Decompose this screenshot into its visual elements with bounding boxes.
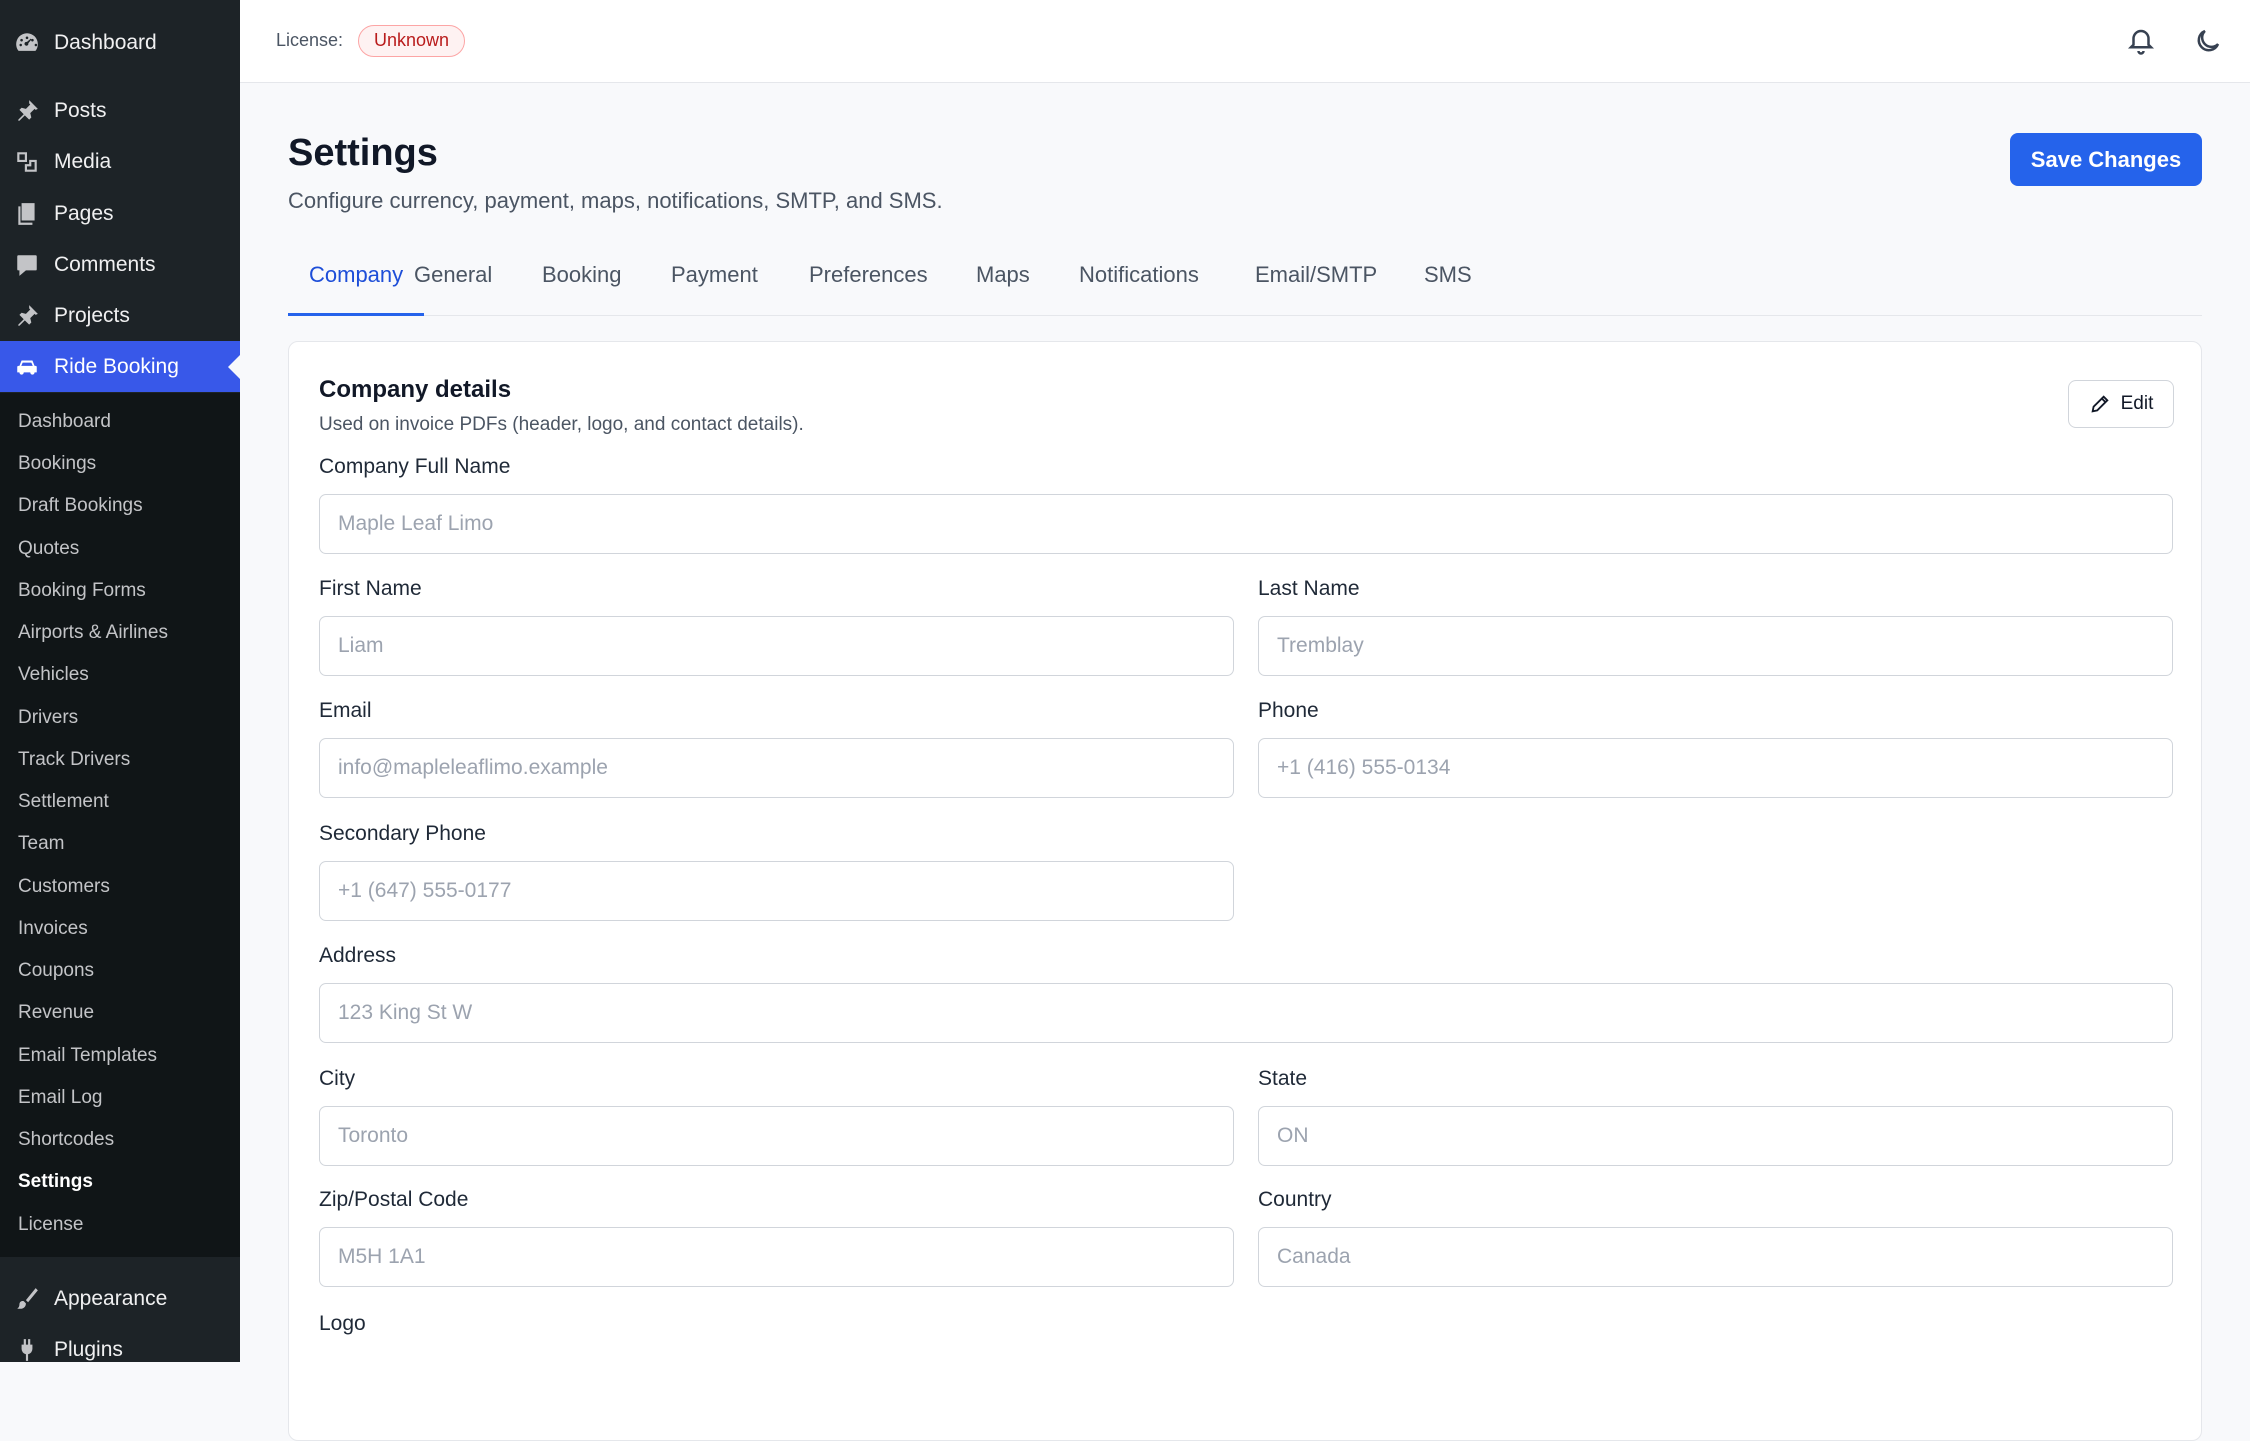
submenu-item-team[interactable]: Team xyxy=(18,829,64,859)
sidebar-item-plugins[interactable]: Plugins xyxy=(0,1324,240,1375)
sidebar-item-posts[interactable]: Posts xyxy=(0,85,240,136)
sidebar-item-media[interactable]: Media xyxy=(0,136,240,187)
license-label: License: xyxy=(276,30,344,50)
sidebar-item-appearance[interactable]: Appearance xyxy=(0,1273,240,1324)
submenu-item-vehicles[interactable]: Vehicles xyxy=(18,660,89,690)
sidebar-item-ride-booking[interactable]: Ride Booking xyxy=(0,341,240,392)
submenu-item-shortcodes[interactable]: Shortcodes xyxy=(18,1125,114,1155)
phone-input[interactable] xyxy=(1258,738,2173,798)
submenu-item-drivers[interactable]: Drivers xyxy=(18,703,78,733)
comment-icon xyxy=(14,252,40,278)
tab-email-smtp[interactable]: Email/SMTP xyxy=(1234,252,1398,316)
tab-maps[interactable]: Maps xyxy=(955,252,1051,316)
company-full-name-input[interactable] xyxy=(319,494,2173,554)
last-name-label: Last Name xyxy=(1258,577,1360,600)
submenu-item-settlement[interactable]: Settlement xyxy=(18,787,109,817)
sidebar-item-pages[interactable]: Pages xyxy=(0,188,240,239)
brush-icon xyxy=(14,1286,40,1312)
moon-icon[interactable] xyxy=(2191,24,2225,58)
submenu-item-quotes[interactable]: Quotes xyxy=(18,534,79,564)
pin-icon xyxy=(14,98,40,124)
submenu-item-draft-bookings[interactable]: Draft Bookings xyxy=(18,491,143,521)
card-title: Company details xyxy=(319,376,512,403)
sidebar-item-label: Plugins xyxy=(54,1337,123,1361)
active-arrow xyxy=(228,354,240,379)
submenu-item-revenue[interactable]: Revenue xyxy=(18,998,94,1028)
bell-icon[interactable] xyxy=(2124,24,2158,58)
sidebar-item-label: Media xyxy=(54,149,112,173)
submenu-item-license[interactable]: License xyxy=(18,1210,84,1240)
city-label: City xyxy=(319,1067,356,1090)
submenu-item-settings[interactable]: Settings xyxy=(18,1167,93,1197)
phone-label: Phone xyxy=(1258,699,1319,722)
submenu-item-airports-airlines[interactable]: Airports & Airlines xyxy=(18,618,168,648)
zip-label: Zip/Postal Code xyxy=(319,1188,469,1211)
sidebar-item-label: Posts xyxy=(54,98,107,122)
page-title: Settings xyxy=(288,132,438,174)
dashboard-icon xyxy=(14,30,40,56)
sidebar-item-dashboard[interactable]: Dashboard xyxy=(0,17,240,68)
submenu-item-track-drivers[interactable]: Track Drivers xyxy=(18,745,130,775)
main-content: Settings Configure currency, payment, ma… xyxy=(240,84,2250,1441)
car-icon xyxy=(14,354,40,380)
tab-general[interactable]: General xyxy=(393,252,513,316)
page-subtitle: Configure currency, payment, maps, notif… xyxy=(288,188,943,213)
submenu-item-customers[interactable]: Customers xyxy=(18,872,110,902)
submenu-item-email-templates[interactable]: Email Templates xyxy=(18,1041,157,1071)
address-input[interactable] xyxy=(319,983,2173,1043)
pin-icon xyxy=(14,303,40,329)
country-input[interactable] xyxy=(1258,1227,2173,1287)
submenu-item-bookings[interactable]: Bookings xyxy=(18,449,96,479)
tab-sms[interactable]: SMS xyxy=(1403,252,1493,316)
secondary-phone-label: Secondary Phone xyxy=(319,822,486,845)
pencil-icon xyxy=(2091,395,2109,413)
sidebar-item-comments[interactable]: Comments xyxy=(0,239,240,290)
submenu-item-invoices[interactable]: Invoices xyxy=(18,914,88,944)
save-changes-button[interactable]: Save Changes xyxy=(2010,133,2202,186)
settings-tabs: Company General Booking Payment Preferen… xyxy=(288,252,2202,316)
sidebar-item-label: Appearance xyxy=(54,1286,168,1310)
company-full-name-label: Company Full Name xyxy=(319,455,511,478)
sidebar-item-projects[interactable]: Projects xyxy=(0,290,240,341)
address-label: Address xyxy=(319,944,397,967)
email-input[interactable] xyxy=(319,738,1234,798)
last-name-input[interactable] xyxy=(1258,616,2173,676)
submenu-item-email-log[interactable]: Email Log xyxy=(18,1083,103,1113)
submenu-item-coupons[interactable]: Coupons xyxy=(18,956,94,986)
submenu-item-dashboard[interactable]: Dashboard xyxy=(18,407,111,437)
secondary-phone-input[interactable] xyxy=(319,861,1234,921)
plug-icon xyxy=(14,1337,40,1363)
state-input[interactable] xyxy=(1258,1106,2173,1166)
city-input[interactable] xyxy=(319,1106,1234,1166)
logo-label: Logo xyxy=(319,1312,366,1335)
submenu-item-booking-forms[interactable]: Booking Forms xyxy=(18,576,146,606)
email-label: Email xyxy=(319,699,372,722)
sidebar-item-label: Dashboard xyxy=(54,30,157,54)
admin-sidebar: Dashboard Posts Media Pages Comments Pro… xyxy=(0,0,240,1362)
company-details-card: Company details Used on invoice PDFs (he… xyxy=(288,341,2202,1441)
tab-booking[interactable]: Booking xyxy=(521,252,643,316)
first-name-input[interactable] xyxy=(319,616,1234,676)
edit-button-label: Edit xyxy=(2120,393,2154,414)
sidebar-item-label: Ride Booking xyxy=(54,354,179,378)
ride-booking-submenu: Dashboard Bookings Draft Bookings Quotes… xyxy=(0,393,240,1257)
zip-input[interactable] xyxy=(319,1227,1234,1287)
pages-icon xyxy=(14,201,40,227)
first-name-label: First Name xyxy=(319,577,422,600)
edit-button[interactable]: Edit xyxy=(2068,380,2174,428)
tab-preferences[interactable]: Preferences xyxy=(788,252,949,316)
sidebar-item-label: Projects xyxy=(54,303,130,327)
top-bar: License: Unknown xyxy=(240,0,2250,83)
sidebar-item-label: Comments xyxy=(54,252,156,276)
state-label: State xyxy=(1258,1067,1308,1090)
license-status-badge: Unknown xyxy=(358,25,466,57)
tab-notifications[interactable]: Notifications xyxy=(1058,252,1220,316)
media-icon xyxy=(14,149,40,175)
tab-payment[interactable]: Payment xyxy=(650,252,779,316)
sidebar-item-label: Pages xyxy=(54,201,114,225)
card-subtitle: Used on invoice PDFs (header, logo, and … xyxy=(319,414,804,435)
country-label: Country xyxy=(1258,1188,1332,1211)
